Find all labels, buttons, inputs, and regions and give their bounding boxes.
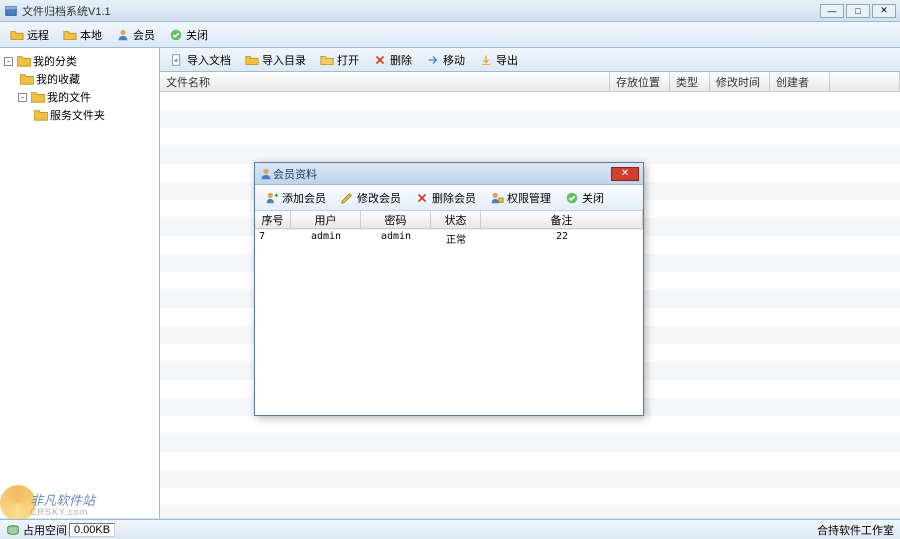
maximize-button[interactable]: □ [846,4,870,18]
add-member-button[interactable]: 添加会员 [259,188,332,208]
folder-local-icon [63,28,77,42]
folder-icon [31,91,45,103]
close-label: 关闭 [186,27,208,43]
tree-service-label: 服务文件夹 [50,107,105,123]
dlg-col-user[interactable]: 用户 [291,211,361,228]
cell-seq: 7 [255,230,291,246]
dlg-col-pass[interactable]: 密码 [361,211,431,228]
studio-label: 合持软件工作室 [817,522,894,538]
import-dir-label: 导入目录 [262,52,306,68]
dialog-titlebar[interactable]: 会员资料 ✕ [255,163,643,185]
file-list-header: 文件名称 存放位置 类型 修改时间 创建者 [160,72,900,92]
dlg-col-note[interactable]: 备注 [481,211,643,228]
tree-fav[interactable]: 我的收藏 [4,70,155,88]
delete-label: 删除 [390,52,412,68]
app-icon [4,4,18,18]
perm-label: 权限管理 [507,190,551,206]
cell-pass: admin [361,230,431,246]
folder-remote-icon [10,28,24,42]
import-doc-label: 导入文档 [187,52,231,68]
add-user-icon [265,191,279,205]
local-label: 本地 [80,27,102,43]
move-label: 移动 [443,52,465,68]
open-label: 打开 [337,52,359,68]
delete-member-button[interactable]: 删除会员 [409,188,482,208]
import-doc-icon [170,53,184,67]
export-label: 导出 [496,52,518,68]
dialog-close-tb-label: 关闭 [582,190,604,206]
tree-fav-label: 我的收藏 [36,71,80,87]
member-dialog: 会员资料 ✕ 添加会员 修改会员 删除会员 权限管理 关闭 序号 用户 密码 状… [254,162,644,416]
col-creator[interactable]: 创建者 [770,72,830,91]
col-type[interactable]: 类型 [670,72,710,91]
delete-button[interactable]: 删除 [367,50,418,70]
cell-note: 22 [481,230,643,246]
dialog-grid-header: 序号 用户 密码 状态 备注 [255,211,643,229]
col-filename[interactable]: 文件名称 [160,72,610,91]
dlg-col-status[interactable]: 状态 [431,211,481,228]
member-icon [116,28,130,42]
move-button[interactable]: 移动 [420,50,471,70]
delete-member-label: 删除会员 [432,190,476,206]
member-label: 会员 [133,27,155,43]
col-modified[interactable]: 修改时间 [710,72,770,91]
cell-status: 正常 [431,230,481,246]
disk-icon [6,523,20,537]
dialog-title: 会员资料 [273,166,611,182]
dialog-icon [259,167,273,181]
add-member-label: 添加会员 [282,190,326,206]
export-button[interactable]: 导出 [473,50,524,70]
perm-button[interactable]: 权限管理 [484,188,557,208]
perm-icon [490,191,504,205]
folder-icon [17,55,31,67]
close-icon [565,191,579,205]
statusbar: 占用空间 0.00KB 合持软件工作室 [0,519,900,539]
open-icon [320,53,334,67]
import-doc-button[interactable]: 导入文档 [164,50,237,70]
table-row[interactable]: 7 admin admin 正常 22 [255,230,643,246]
minimize-button[interactable]: — [820,4,844,18]
local-button[interactable]: 本地 [57,25,108,45]
space-value: 0.00KB [69,523,115,537]
space-label: 占用空间 [23,522,67,538]
move-icon [426,53,440,67]
open-button[interactable]: 打开 [314,50,365,70]
close-window-button[interactable]: ✕ [872,4,896,18]
export-icon [479,53,493,67]
dialog-close-button[interactable]: ✕ [611,167,639,181]
import-dir-button[interactable]: 导入目录 [239,50,312,70]
delete-icon [373,53,387,67]
folder-icon [34,109,48,121]
dialog-toolbar: 添加会员 修改会员 删除会员 权限管理 关闭 [255,185,643,211]
tree-files-label: 我的文件 [47,89,91,105]
col-spacer [830,72,900,91]
tree-panel: - 我的分类 我的收藏 - 我的文件 服务文件夹 [0,48,160,518]
delete-user-icon [415,191,429,205]
dialog-close-tb-button[interactable]: 关闭 [559,188,610,208]
dialog-grid-body[interactable]: 7 admin admin 正常 22 [255,229,643,415]
main-toolbar: 远程 本地 会员 关闭 [0,22,900,48]
import-dir-icon [245,53,259,67]
collapse-icon[interactable]: - [4,57,13,66]
tree-root-label: 我的分类 [33,53,77,69]
close-app-button[interactable]: 关闭 [163,25,214,45]
edit-member-button[interactable]: 修改会员 [334,188,407,208]
tree-service[interactable]: 服务文件夹 [4,106,155,124]
edit-icon [340,191,354,205]
sub-toolbar: 导入文档 导入目录 打开 删除 移动 导出 [160,48,900,72]
dlg-col-seq[interactable]: 序号 [255,211,291,228]
window-titlebar: 文件归档系统V1.1 — □ ✕ [0,0,900,22]
close-icon [169,28,183,42]
tree-root[interactable]: - 我的分类 [4,52,155,70]
window-title: 文件归档系统V1.1 [22,3,820,19]
tree-files[interactable]: - 我的文件 [4,88,155,106]
edit-member-label: 修改会员 [357,190,401,206]
member-button[interactable]: 会员 [110,25,161,45]
cell-user: admin [291,230,361,246]
col-location[interactable]: 存放位置 [610,72,670,91]
folder-icon [20,73,34,85]
collapse-icon[interactable]: - [18,93,27,102]
remote-label: 远程 [27,27,49,43]
remote-button[interactable]: 远程 [4,25,55,45]
